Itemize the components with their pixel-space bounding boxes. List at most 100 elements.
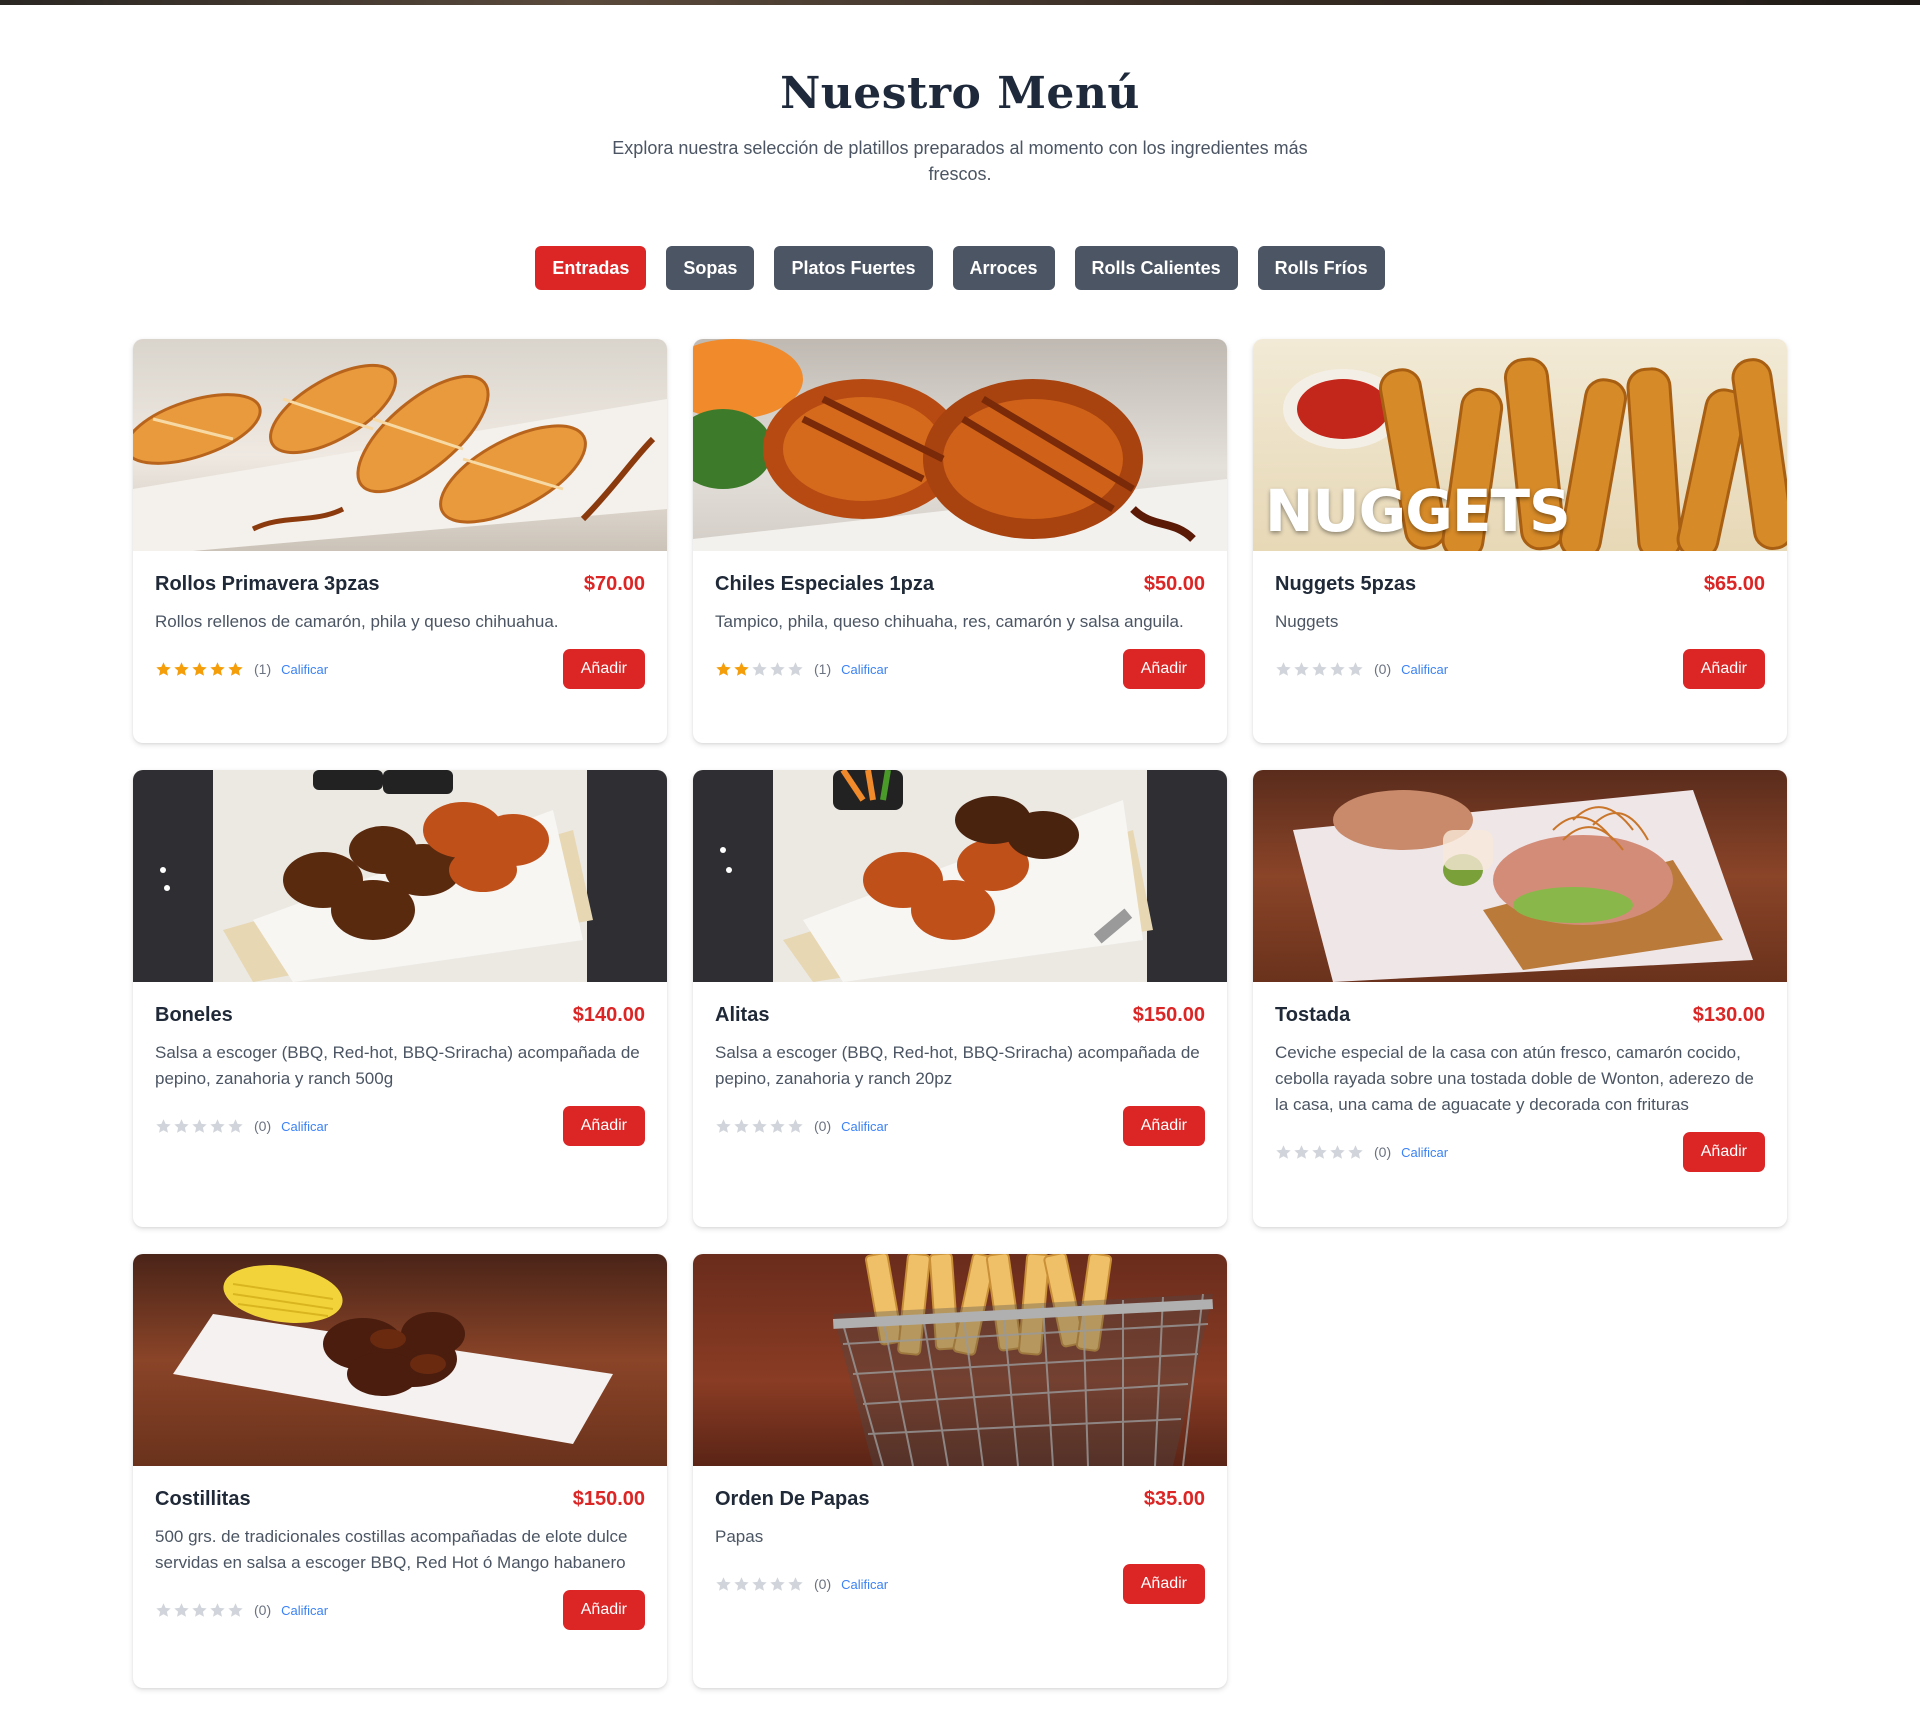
tostada-photo <box>1253 770 1787 982</box>
star-rating[interactable] <box>715 1576 804 1593</box>
star-icon[interactable] <box>173 661 190 678</box>
star-icon[interactable] <box>209 661 226 678</box>
star-icon[interactable] <box>715 1118 732 1135</box>
tab-rolls-frios[interactable]: Rolls Fríos <box>1257 246 1385 290</box>
star-icon[interactable] <box>173 1118 190 1135</box>
star-icon[interactable] <box>191 661 208 678</box>
star-icon[interactable] <box>191 1118 208 1135</box>
star-icon[interactable] <box>1293 661 1310 678</box>
page-title: Nuestro Menú <box>780 68 1140 119</box>
dish-name: Tostada <box>1275 1004 1351 1026</box>
add-button[interactable]: Añadir <box>1682 1132 1765 1172</box>
nuggets-photo-caption: NUGGETS <box>1265 477 1571 545</box>
dish-price: $50.00 <box>1143 573 1205 595</box>
dish-price: $70.00 <box>583 573 645 595</box>
tab-entradas[interactable]: Entradas <box>535 246 647 290</box>
star-rating[interactable] <box>155 1602 244 1619</box>
star-icon[interactable] <box>227 1118 244 1135</box>
star-rating[interactable] <box>155 1118 244 1135</box>
star-icon[interactable] <box>1329 661 1346 678</box>
menu-card: Costillitas $150.00 500 grs. de tradicio… <box>133 1254 667 1688</box>
star-icon[interactable] <box>227 1602 244 1619</box>
add-button[interactable]: Añadir <box>1122 1564 1205 1604</box>
tab-rolls-calientes[interactable]: Rolls Calientes <box>1074 246 1238 290</box>
page-subtitle: Explora nuestra selección de platillos p… <box>612 138 1308 184</box>
add-button[interactable]: Añadir <box>562 1106 645 1146</box>
star-icon[interactable] <box>1311 1144 1328 1161</box>
star-icon[interactable] <box>751 661 768 678</box>
dish-name: Chiles Especiales 1pza <box>715 573 935 595</box>
tab-arroces[interactable]: Arroces <box>952 246 1055 290</box>
add-button[interactable]: Añadir <box>562 649 645 689</box>
category-tabs: Entradas Sopas Platos Fuertes Arroces Ro… <box>0 246 1920 290</box>
star-icon[interactable] <box>715 1576 732 1593</box>
rating: (1) Calificar <box>715 661 888 678</box>
add-button[interactable]: Añadir <box>1122 1106 1205 1146</box>
rate-link[interactable]: Calificar <box>1401 1145 1448 1160</box>
nuggets-photo: NUGGETS <box>1253 339 1787 551</box>
star-icon[interactable] <box>769 1118 786 1135</box>
spring-rolls-photo <box>133 339 667 551</box>
star-icon[interactable] <box>751 1576 768 1593</box>
dish-description: Salsa a escoger (BBQ, Red-hot, BBQ-Srira… <box>715 1043 1200 1088</box>
star-rating[interactable] <box>715 1118 804 1135</box>
star-icon[interactable] <box>155 1602 172 1619</box>
star-icon[interactable] <box>155 661 172 678</box>
star-icon[interactable] <box>1275 1144 1292 1161</box>
rating-count: (0) <box>814 1118 832 1134</box>
tab-sopas[interactable]: Sopas <box>666 246 755 290</box>
rate-link[interactable]: Calificar <box>841 1119 888 1134</box>
star-rating[interactable] <box>1275 1144 1364 1161</box>
rating-count: (0) <box>1374 1144 1392 1160</box>
dish-price: $150.00 <box>1132 1004 1205 1026</box>
add-button[interactable]: Añadir <box>1122 649 1205 689</box>
add-button[interactable]: Añadir <box>1682 649 1765 689</box>
star-icon[interactable] <box>787 1576 804 1593</box>
star-icon[interactable] <box>1347 1144 1364 1161</box>
rating-count: (0) <box>814 1576 832 1592</box>
star-icon[interactable] <box>733 1576 750 1593</box>
star-icon[interactable] <box>751 1118 768 1135</box>
star-rating[interactable] <box>1275 661 1364 678</box>
star-rating[interactable] <box>715 661 804 678</box>
star-icon[interactable] <box>1329 1144 1346 1161</box>
rate-link[interactable]: Calificar <box>841 662 888 677</box>
rating-count: (0) <box>254 1602 272 1618</box>
star-icon[interactable] <box>209 1602 226 1619</box>
rating: (0) Calificar <box>155 1118 328 1135</box>
rate-link[interactable]: Calificar <box>281 1603 328 1618</box>
rate-link[interactable]: Calificar <box>841 1577 888 1592</box>
star-icon[interactable] <box>209 1118 226 1135</box>
tab-platos-fuertes[interactable]: Platos Fuertes <box>774 246 933 290</box>
dish-name: Nuggets 5pzas <box>1275 573 1417 595</box>
star-icon[interactable] <box>1347 661 1364 678</box>
star-icon[interactable] <box>1311 661 1328 678</box>
star-icon[interactable] <box>733 661 750 678</box>
dish-name: Boneles <box>155 1004 233 1026</box>
menu-card: Orden De Papas $35.00 Papas (0) Califica… <box>693 1254 1227 1688</box>
star-icon[interactable] <box>787 661 804 678</box>
rating: (0) Calificar <box>715 1118 888 1135</box>
menu-card: NUGGETS Nuggets 5pzas $65.00 Nuggets (0)… <box>1253 339 1787 743</box>
rate-link[interactable]: Calificar <box>1401 662 1448 677</box>
star-icon[interactable] <box>191 1602 208 1619</box>
rating-count: (0) <box>1374 661 1392 677</box>
hero-image-strip <box>0 0 1920 5</box>
star-rating[interactable] <box>155 661 244 678</box>
rate-link[interactable]: Calificar <box>281 662 328 677</box>
dish-name: Rollos Primavera 3pzas <box>155 573 380 595</box>
rate-link[interactable]: Calificar <box>281 1119 328 1134</box>
star-icon[interactable] <box>769 1576 786 1593</box>
rating-count: (1) <box>814 661 832 677</box>
star-icon[interactable] <box>787 1118 804 1135</box>
dish-price: $130.00 <box>1692 1004 1765 1026</box>
star-icon[interactable] <box>173 1602 190 1619</box>
star-icon[interactable] <box>733 1118 750 1135</box>
star-icon[interactable] <box>227 661 244 678</box>
star-icon[interactable] <box>1293 1144 1310 1161</box>
add-button[interactable]: Añadir <box>562 1590 645 1630</box>
star-icon[interactable] <box>769 661 786 678</box>
star-icon[interactable] <box>1275 661 1292 678</box>
star-icon[interactable] <box>715 661 732 678</box>
star-icon[interactable] <box>155 1118 172 1135</box>
